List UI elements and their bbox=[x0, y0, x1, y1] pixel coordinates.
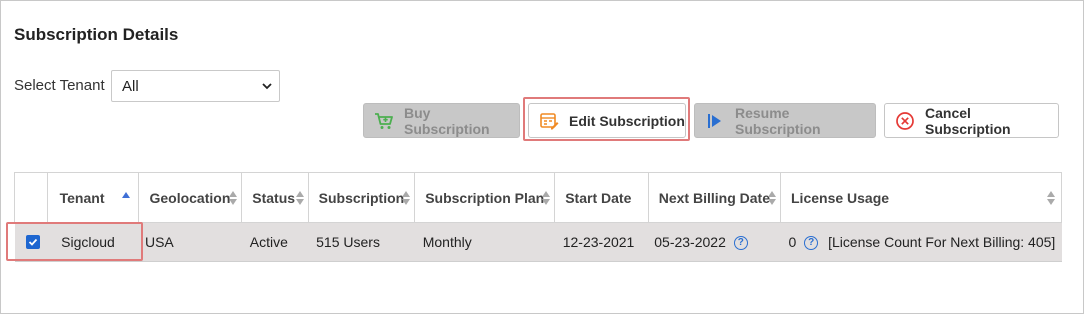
column-header-license-usage[interactable]: License Usage bbox=[780, 172, 1062, 223]
subscription-cell: 515 Users bbox=[308, 222, 415, 262]
column-header-status[interactable]: Status bbox=[241, 172, 309, 223]
column-header-start-date[interactable]: Start Date bbox=[554, 172, 649, 223]
page-title: Subscription Details bbox=[14, 25, 179, 44]
cart-plus-icon bbox=[374, 111, 394, 131]
license-usage-cell: 0 ? [License Count For Next Billing: 405… bbox=[780, 222, 1062, 262]
chevron-down-icon bbox=[262, 83, 272, 90]
resume-subscription-button[interactable]: Resume Subscription bbox=[694, 103, 876, 138]
sort-icon bbox=[295, 191, 304, 205]
next-billing-cell: 05-23-2022 ? bbox=[648, 222, 781, 262]
column-header-geolocation[interactable]: Geolocation bbox=[138, 172, 243, 223]
start-date-cell: 12-23-2021 bbox=[554, 222, 649, 262]
play-icon bbox=[705, 111, 725, 131]
sort-icon bbox=[768, 191, 776, 205]
column-header-subscription-plan[interactable]: Subscription Plan bbox=[414, 172, 556, 223]
license-count: 0 bbox=[788, 233, 797, 250]
select-tenant-label: Select Tenant bbox=[14, 77, 105, 94]
subscriptions-table: Tenant Geolocation Status Subscription S… bbox=[14, 172, 1062, 262]
table-row[interactable]: Sigcloud USA Active 515 Users Monthly 12… bbox=[14, 222, 1062, 262]
edit-subscription-highlight bbox=[523, 97, 690, 141]
column-header-tenant[interactable]: Tenant bbox=[46, 172, 140, 223]
status-cell: Active bbox=[241, 222, 309, 262]
tenant-select-value: All bbox=[122, 77, 139, 95]
license-note: [License Count For Next Billing: 405] bbox=[828, 233, 1056, 250]
tenant-select[interactable]: All bbox=[111, 70, 280, 102]
sort-ascending-icon bbox=[122, 192, 131, 198]
plan-cell: Monthly bbox=[414, 222, 555, 262]
sort-icon bbox=[1047, 191, 1055, 205]
next-billing-value: 05-23-2022 bbox=[654, 233, 726, 250]
select-column-header bbox=[14, 172, 48, 223]
table-header-row: Tenant Geolocation Status Subscription S… bbox=[14, 172, 1062, 223]
cancel-subscription-label: Cancel Subscription bbox=[925, 104, 1011, 137]
buy-subscription-label: Buy Subscription bbox=[404, 104, 490, 137]
help-icon[interactable]: ? bbox=[804, 236, 819, 251]
window-frame bbox=[0, 0, 1084, 314]
geolocation-cell: USA bbox=[138, 222, 242, 262]
cancel-circle-icon bbox=[895, 111, 915, 131]
selected-row-highlight bbox=[6, 222, 143, 261]
buy-subscription-button[interactable]: Buy Subscription bbox=[363, 103, 520, 138]
help-icon[interactable]: ? bbox=[733, 236, 748, 251]
resume-subscription-label: Resume Subscription bbox=[735, 104, 821, 137]
sort-icon bbox=[229, 191, 238, 205]
sort-icon bbox=[402, 191, 411, 205]
column-header-next-billing-date[interactable]: Next Billing Date bbox=[647, 172, 782, 223]
cancel-subscription-button[interactable]: Cancel Subscription bbox=[884, 103, 1059, 138]
sort-icon bbox=[542, 191, 551, 205]
column-header-subscription[interactable]: Subscription bbox=[307, 172, 416, 223]
